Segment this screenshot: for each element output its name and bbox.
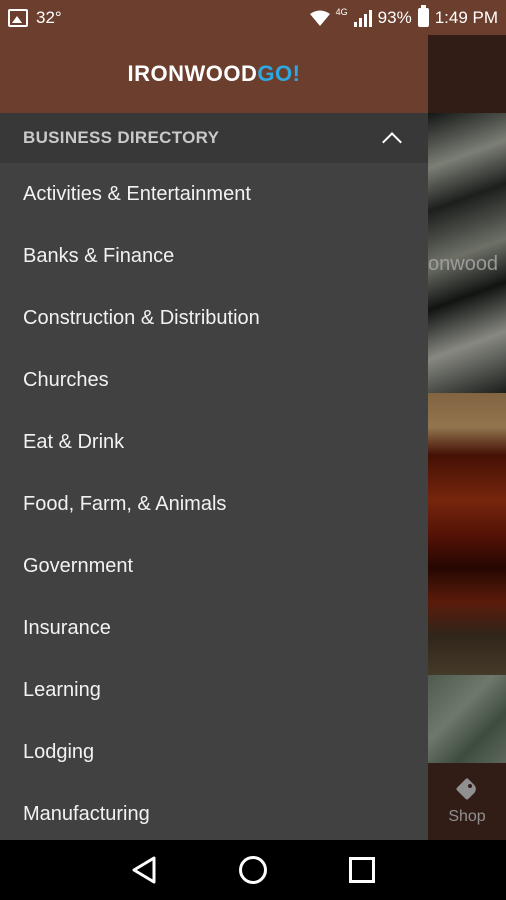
menu-item-lodging[interactable]: Lodging bbox=[0, 721, 428, 783]
menu-item-construction-distribution[interactable]: Construction & Distribution bbox=[0, 287, 428, 349]
menu-item-eat-drink[interactable]: Eat & Drink bbox=[0, 411, 428, 473]
menu-item-activities-entertainment[interactable]: Activities & Entertainment bbox=[0, 163, 428, 225]
menu-item-learning[interactable]: Learning bbox=[0, 659, 428, 721]
chevron-up-icon bbox=[382, 132, 402, 152]
drawer-scrim[interactable] bbox=[428, 35, 506, 840]
status-bar: 32° 4G 93% 1:49 PM bbox=[0, 0, 506, 35]
battery-percent-text: 93% bbox=[377, 7, 412, 27]
drawer-header: IRONWOODGO! bbox=[0, 35, 428, 113]
menu-item-churches[interactable]: Churches bbox=[0, 349, 428, 411]
business-directory-header[interactable]: BUSINESS DIRECTORY bbox=[0, 113, 428, 163]
clock-text: 1:49 PM bbox=[434, 7, 498, 27]
recent-apps-icon[interactable] bbox=[349, 857, 375, 883]
menu-item-food-farm-animals[interactable]: Food, Farm, & Animals bbox=[0, 473, 428, 535]
directory-list: Activities & Entertainment Banks & Finan… bbox=[0, 163, 428, 840]
home-icon[interactable] bbox=[239, 856, 267, 884]
ironwoodgo-logo: IRONWOODGO! bbox=[127, 61, 301, 86]
menu-item-banks-finance[interactable]: Banks & Finance bbox=[0, 225, 428, 287]
wifi-icon bbox=[309, 10, 330, 26]
cell-signal-icon bbox=[353, 9, 372, 27]
section-title: BUSINESS DIRECTORY bbox=[23, 128, 220, 147]
navigation-drawer: IRONWOODGO! BUSINESS DIRECTORY Activitie… bbox=[0, 35, 428, 840]
menu-item-insurance[interactable]: Insurance bbox=[0, 597, 428, 659]
system-navigation-bar bbox=[0, 840, 506, 900]
menu-item-government[interactable]: Government bbox=[0, 535, 428, 597]
back-icon[interactable] bbox=[131, 855, 157, 885]
battery-icon bbox=[417, 5, 429, 27]
temperature-text: 32° bbox=[36, 7, 62, 27]
menu-item-manufacturing[interactable]: Manufacturing bbox=[0, 783, 428, 840]
image-notification-icon bbox=[8, 8, 28, 27]
network-type-text: 4G bbox=[335, 6, 348, 17]
